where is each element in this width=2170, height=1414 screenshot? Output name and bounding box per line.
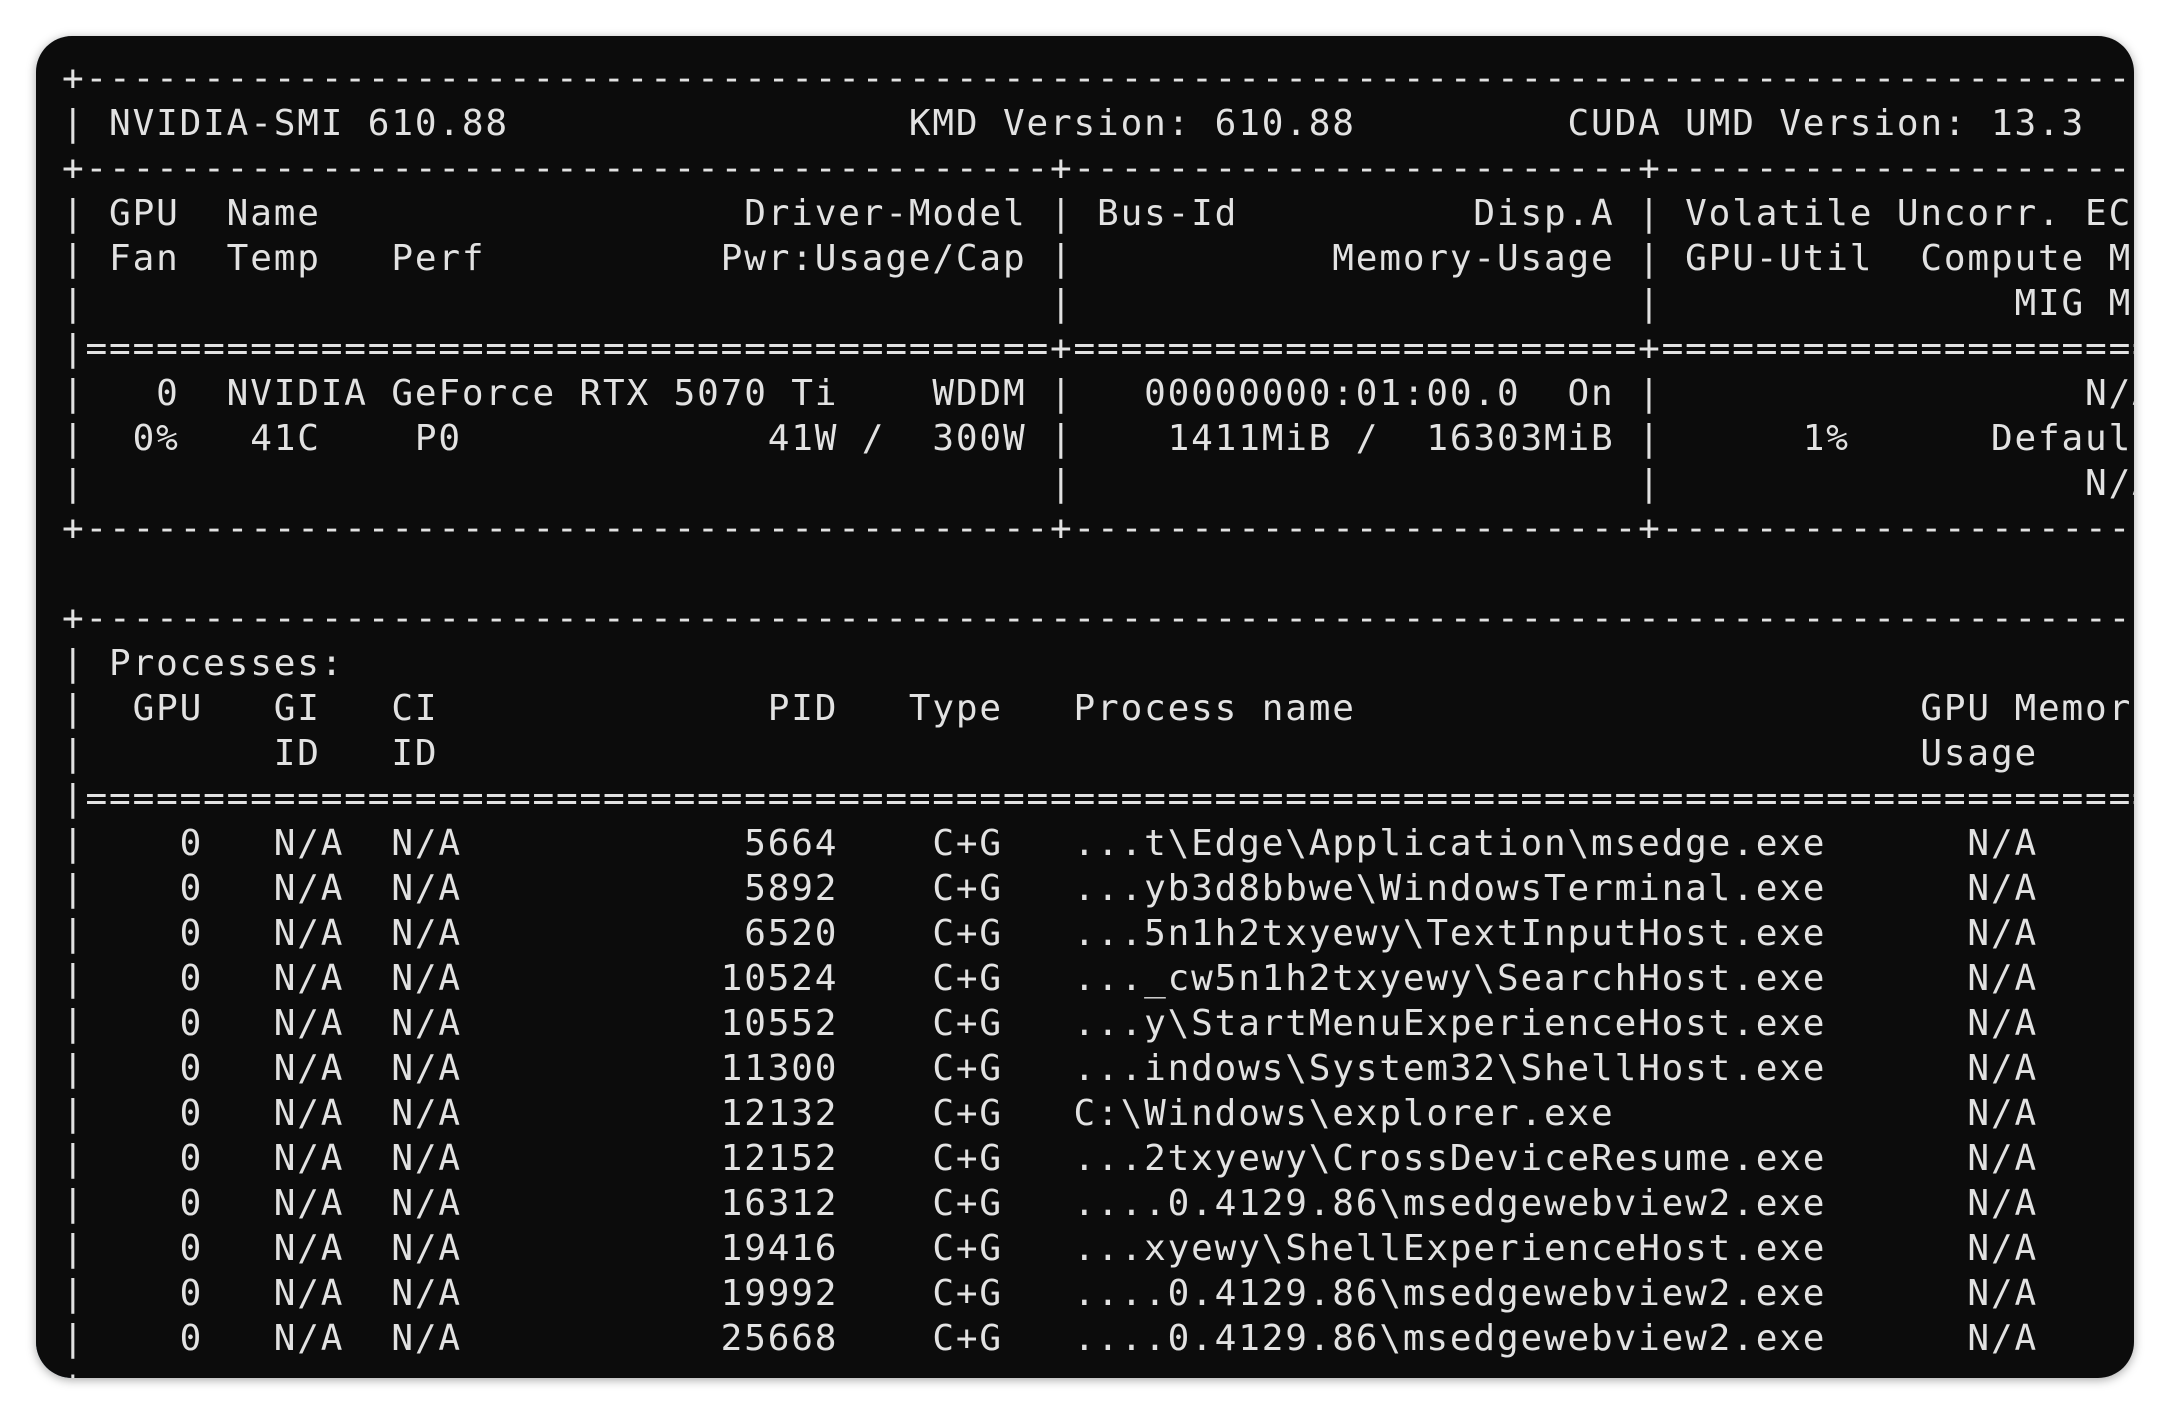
terminal-line: |=======================================… [62, 778, 2134, 819]
terminal-line: | 0 N/A N/A 5664 C+G ...t\Edge\Applicati… [62, 823, 2134, 864]
terminal-line: | 0 N/A N/A 11300 C+G ...indows\System32… [62, 1048, 2134, 1089]
terminal-line: |=======================================… [62, 328, 2134, 369]
terminal-line: | | | N/A | [62, 463, 2134, 504]
terminal-line: | 0 N/A N/A 19416 C+G ...xyewy\ShellExpe… [62, 1228, 2134, 1269]
terminal-line: +---------------------------------------… [62, 58, 2134, 99]
terminal-line: | 0 NVIDIA GeForce RTX 5070 Ti WDDM | 00… [62, 373, 2134, 414]
terminal-line: | 0 N/A N/A 6520 C+G ...5n1h2txyewy\Text… [62, 913, 2134, 954]
terminal-line: | 0 N/A N/A 10552 C+G ...y\StartMenuExpe… [62, 1003, 2134, 1044]
terminal-line: | NVIDIA-SMI 610.88 KMD Version: 610.88 … [62, 103, 2134, 144]
terminal-line: | ID ID Usage | [62, 733, 2134, 774]
terminal-line: | GPU Name Driver-Model | Bus-Id Disp.A … [62, 193, 2134, 234]
terminal-line: | 0 N/A N/A 16312 C+G ....0.4129.86\msed… [62, 1183, 2134, 1224]
terminal-window[interactable]: +---------------------------------------… [36, 36, 2134, 1378]
terminal-line: | 0 N/A N/A 10524 C+G ..._cw5n1h2txyewy\… [62, 958, 2134, 999]
terminal-line: | 0 N/A N/A 19992 C+G ....0.4129.86\msed… [62, 1273, 2134, 1314]
terminal-line: | 0% 41C P0 41W / 300W | 1411MiB / 16303… [62, 418, 2134, 459]
terminal-line: | | | MIG M. | [62, 283, 2134, 324]
terminal-line: +---------------------------------------… [62, 1363, 2134, 1378]
terminal-line: | GPU GI CI PID Type Process name GPU Me… [62, 688, 2134, 729]
terminal-line: | 0 N/A N/A 12132 C+G C:\Windows\explore… [62, 1093, 2134, 1134]
terminal-line: | 0 N/A N/A 25668 C+G ....0.4129.86\msed… [62, 1318, 2134, 1359]
terminal-line: | 0 N/A N/A 5892 C+G ...yb3d8bbwe\Window… [62, 868, 2134, 909]
terminal-line: | Fan Temp Perf Pwr:Usage/Cap | Memory-U… [62, 238, 2134, 279]
terminal-line: +---------------------------------------… [62, 508, 2134, 549]
terminal-line: | Processes: | [62, 643, 2134, 684]
terminal-line: +---------------------------------------… [62, 598, 2134, 639]
terminal-line: +---------------------------------------… [62, 148, 2134, 189]
terminal-output: +---------------------------------------… [62, 56, 2134, 1378]
terminal-line: | 0 N/A N/A 12152 C+G ...2txyewy\CrossDe… [62, 1138, 2134, 1179]
